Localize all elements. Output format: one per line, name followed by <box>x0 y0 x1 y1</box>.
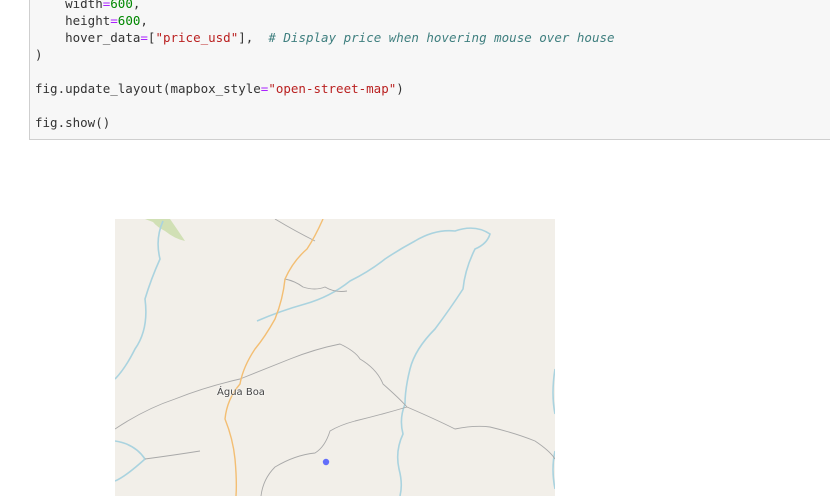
map-tiles <box>115 219 555 496</box>
code-line-update-layout: fig.update_layout(mapbox_style="open-str… <box>35 81 404 96</box>
code-line-hover-data: hover_data=["price_usd"], # Display pric… <box>65 30 615 45</box>
code-line-width: width=600, <box>65 0 141 11</box>
map-output[interactable]: Água Boa <box>115 219 555 496</box>
place-label: Água Boa <box>217 387 265 398</box>
code-line-height: height=600, <box>65 13 148 28</box>
house-marker[interactable] <box>322 458 330 466</box>
code-line-close-paren: ) <box>35 47 43 62</box>
code-line-show: fig.show() <box>35 115 111 130</box>
code-cell[interactable]: width=600, height=600, hover_data=["pric… <box>29 0 830 140</box>
